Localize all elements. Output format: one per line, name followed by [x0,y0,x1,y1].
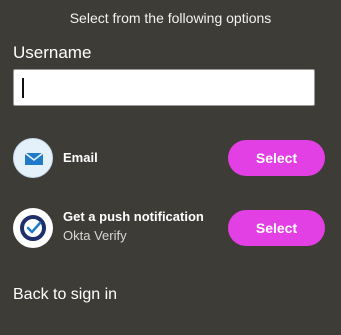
back-to-sign-in-link[interactable]: Back to sign in [13,286,117,304]
option-push-title: Get a push notification [63,209,204,224]
option-push-notification: Get a push notification Okta Verify Sele… [13,208,328,248]
text-cursor [22,78,24,98]
select-push-button[interactable]: Select [228,210,325,246]
okta-verify-icon [13,208,53,248]
option-push-subtitle: Okta Verify [63,228,127,243]
page-header-title: Select from the following options [69,10,272,26]
option-email-title: Email [63,150,98,165]
email-icon [13,138,53,178]
username-input[interactable] [13,69,315,106]
option-email: Email Select [13,138,328,178]
select-email-button[interactable]: Select [228,140,325,176]
username-label: Username [13,43,92,62]
